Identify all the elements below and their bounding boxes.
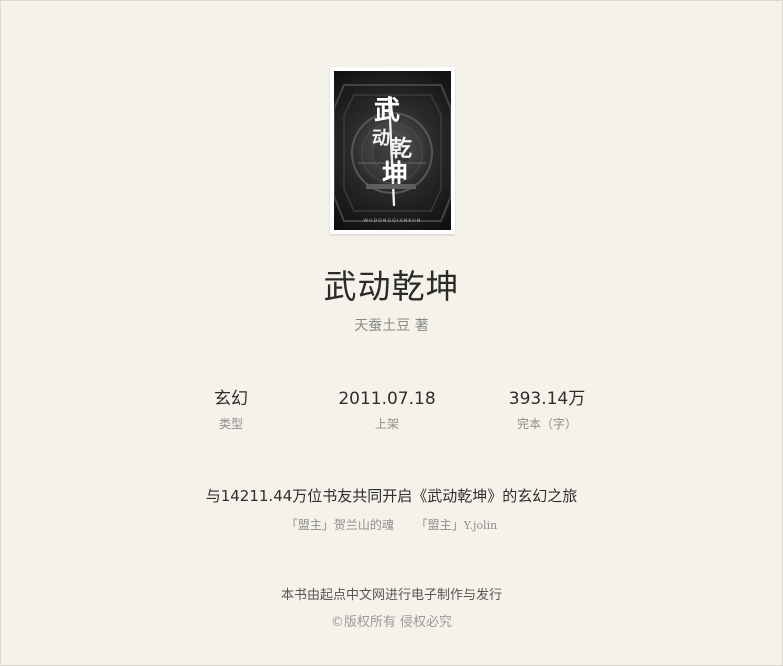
cover-bottom-text: WUDONGQIANKUN bbox=[363, 218, 421, 224]
stat-type-label: 类型 bbox=[218, 417, 243, 431]
book-info-page: 武 动 乾 坤 WUDONGQIANKUN 武动乾坤 天蚕土豆 著 玄幻 类型 … bbox=[0, 0, 783, 666]
publisher-note: 本书由起点中文网进行电子制作与发行 bbox=[280, 588, 502, 603]
stat-words-value: 393.14万 bbox=[508, 389, 586, 409]
top-members: 「盟主」贺兰山的魂 「盟主」Y.jolin bbox=[1, 516, 782, 533]
stat-type: 玄幻 类型 bbox=[161, 387, 301, 432]
member-name: 贺兰山的魂 bbox=[333, 518, 394, 532]
cover-title-char-2: 动 bbox=[372, 128, 390, 149]
stat-date-label: 上架 bbox=[374, 417, 399, 431]
book-cover[interactable]: 武 动 乾 坤 WUDONGQIANKUN bbox=[330, 67, 455, 234]
cover-title-char-3: 乾 bbox=[390, 136, 412, 162]
member-badge: 「盟主」 bbox=[285, 518, 334, 532]
copyright-note: ©版权所有 侵权必究 bbox=[330, 615, 453, 630]
member-badge: 「盟主」 bbox=[415, 518, 464, 532]
stat-words-label: 完本（字） bbox=[516, 417, 577, 431]
stat-words: 393.14万 完本（字） bbox=[477, 387, 617, 432]
book-title: 武动乾坤 bbox=[323, 267, 460, 306]
book-stats: 玄幻 类型 2011.07.18 上架 393.14万 完本（字） bbox=[1, 387, 782, 447]
member-item[interactable]: 「盟主」Y.jolin bbox=[416, 516, 498, 533]
stat-date-value: 2011.07.18 bbox=[338, 389, 436, 409]
cover-artwork: 武 动 乾 坤 WUDONGQIANKUN bbox=[334, 71, 451, 230]
stat-type-value: 玄幻 bbox=[214, 389, 248, 409]
book-author[interactable]: 天蚕土豆 著 bbox=[1, 315, 782, 335]
readers-count-text: 与14211.44万位书友共同开启《武动乾坤》的玄幻之旅 bbox=[205, 487, 578, 505]
member-item[interactable]: 「盟主」贺兰山的魂 bbox=[286, 516, 394, 533]
stat-date: 2011.07.18 上架 bbox=[317, 387, 457, 432]
member-name: Y.jolin bbox=[463, 519, 498, 532]
cover-title-char-1: 武 bbox=[374, 96, 400, 126]
